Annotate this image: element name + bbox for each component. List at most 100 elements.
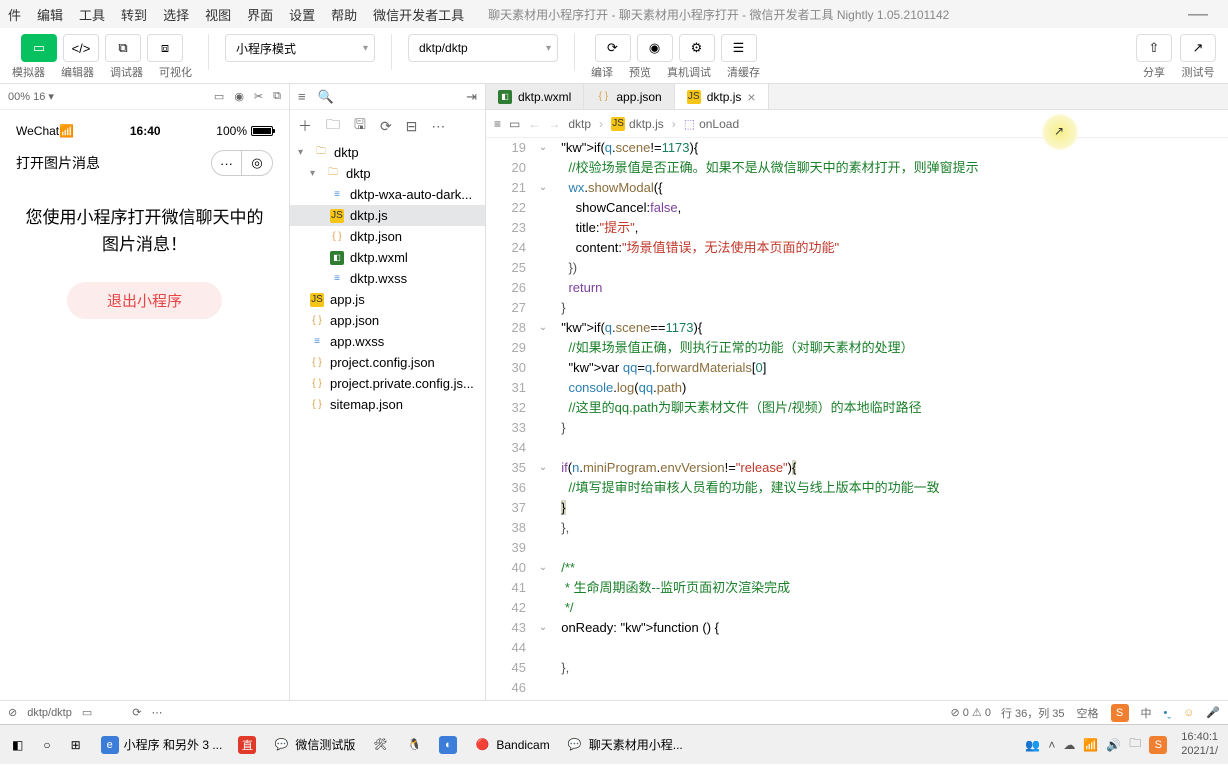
remote-debug-button[interactable]: ⚙ — [679, 34, 715, 62]
menu-选择[interactable]: 选择 — [163, 5, 189, 24]
tray-ime-icon[interactable]: S — [1149, 736, 1167, 754]
menu-设置[interactable]: 设置 — [289, 5, 315, 24]
preview-button[interactable]: ◉ — [637, 34, 673, 62]
menu-转到[interactable]: 转到 — [121, 5, 147, 24]
clock[interactable]: 16:40:1 2021/1/ — [1175, 731, 1224, 757]
page-path-select[interactable]: dktp/dktp — [408, 34, 558, 62]
taskbar-app[interactable]: 💬微信测试版 — [264, 732, 363, 758]
new-folder-icon[interactable]: 🗀 — [326, 114, 340, 138]
tree-file[interactable]: ◧dktp.wxml — [290, 247, 485, 268]
test-account-button[interactable]: ↗ — [1180, 34, 1216, 62]
tree-folder-root[interactable]: ▾🗀dktp — [290, 142, 485, 163]
simulator-toggle[interactable]: ▭ — [21, 34, 57, 62]
menu-微信开发者工具[interactable]: 微信开发者工具 — [373, 5, 464, 24]
menu-界面[interactable]: 界面 — [247, 5, 273, 24]
taskbar-app[interactable]: 直 — [230, 732, 264, 758]
taskbar-app[interactable]: 🔴Bandicam — [465, 732, 557, 758]
search-icon[interactable]: 🔍 — [318, 89, 334, 105]
status-more-icon[interactable]: ⋯ — [151, 706, 162, 719]
status-sync-icon[interactable]: ⟳ — [132, 706, 141, 719]
tree-folder-dktp[interactable]: ▾🗀dktp — [290, 163, 485, 184]
menubar: 件编辑工具转到选择视图界面设置帮助微信开发者工具 聊天素材用小程序打开 - 聊天… — [0, 0, 1228, 28]
window-icon[interactable]: ⧉ — [273, 90, 281, 103]
crumb-file[interactable]: JSdktp.js — [611, 117, 664, 131]
visual-toggle[interactable]: ⧈ — [147, 34, 183, 62]
mode-select[interactable]: 小程序模式 — [225, 34, 375, 62]
menu-工具[interactable]: 工具 — [79, 5, 105, 24]
code-editor[interactable]: 1920212223242526272829303132333435363738… — [486, 138, 1228, 700]
tray-onedrive-icon[interactable]: ☁ — [1063, 738, 1075, 752]
forward-icon[interactable]: → — [548, 117, 560, 131]
more-icon[interactable]: ⋯ — [431, 118, 445, 135]
close-icon[interactable]: × — [747, 89, 755, 105]
tree-file[interactable]: { }app.json — [290, 310, 485, 331]
ime-lang[interactable]: 中 — [1141, 705, 1152, 721]
tree-file[interactable]: { }sitemap.json — [290, 394, 485, 415]
capsule-close[interactable]: ◎ — [242, 151, 272, 175]
tray-wifi-icon[interactable]: 📶 — [1083, 738, 1098, 752]
tray-people-icon[interactable]: 👥 — [1025, 738, 1040, 752]
back-icon[interactable]: ← — [528, 117, 540, 131]
taskbar-app[interactable]: e小程序 和另外 3 ... — [93, 732, 231, 758]
tray-volume-icon[interactable]: 🔊 — [1106, 738, 1121, 752]
tree-file[interactable]: ≡dktp-wxa-auto-dark... — [290, 184, 485, 205]
tab-app.json[interactable]: { }app.json — [584, 84, 674, 109]
tray-up-icon[interactable]: ˄ — [1048, 738, 1055, 752]
taskbar-app[interactable]: 🐧 — [397, 732, 431, 758]
menu-帮助[interactable]: 帮助 — [331, 5, 357, 24]
cut-icon[interactable]: ✂ — [254, 90, 263, 103]
minimize-button[interactable]: — — [1176, 3, 1220, 26]
tray-battery-icon[interactable]: 🗀 — [1129, 734, 1141, 755]
tree-file[interactable]: { }project.config.json — [290, 352, 485, 373]
crumb-symbol[interactable]: ⬚onLoad — [684, 117, 739, 131]
tree-file[interactable]: JSapp.js — [290, 289, 485, 310]
taskbar-app[interactable]: 🛠 — [363, 732, 397, 758]
refresh-icon[interactable]: ⟳ — [380, 118, 392, 135]
status-path[interactable]: dktp/dktp — [27, 707, 72, 719]
status-device-icon[interactable]: ▭ — [82, 706, 92, 719]
tab-dktp.wxml[interactable]: ◧dktp.wxml — [486, 84, 584, 109]
editor-panel: ◧dktp.wxml{ }app.jsonJSdktp.js× ≡ ▭ ← → … — [486, 84, 1228, 700]
tree-file[interactable]: ≡app.wxss — [290, 331, 485, 352]
tree-file[interactable]: JSdktp.js — [290, 205, 485, 226]
start-icon[interactable]: ◧ — [4, 734, 31, 756]
exit-miniprogram-button[interactable]: 退出小程序 — [67, 282, 222, 319]
taskbar-app[interactable]: 💬聊天素材用小程... — [558, 732, 691, 758]
menu-件[interactable]: 件 — [8, 5, 21, 24]
status-bell-icon[interactable]: ☺ — [1183, 707, 1194, 719]
debugger-toggle[interactable]: ⧉ — [105, 34, 141, 62]
compile-button[interactable]: ⟳ — [595, 34, 631, 62]
explorer-collapse-icon[interactable]: ≡ — [298, 89, 306, 104]
status-connection-icon[interactable]: ⊘ — [8, 706, 17, 719]
collapse-all-icon[interactable]: ⊟ — [406, 118, 418, 135]
taskbar-app[interactable]: ◐ — [431, 732, 465, 758]
tab-dktp.js[interactable]: JSdktp.js× — [675, 84, 769, 109]
save-icon[interactable]: 🖫 — [354, 114, 366, 138]
capsule: ··· ◎ — [211, 150, 273, 176]
bc-icon[interactable]: ▭ — [509, 117, 520, 131]
tree-file[interactable]: { }dktp.json — [290, 226, 485, 247]
crumb-folder[interactable]: dktp — [568, 117, 591, 131]
menu-视图[interactable]: 视图 — [205, 5, 231, 24]
device-icon[interactable]: ▭ — [214, 90, 224, 103]
tree-file[interactable]: ≡dktp.wxss — [290, 268, 485, 289]
status-emoji-icon[interactable]: •ˬ — [1164, 707, 1172, 719]
menu-编辑[interactable]: 编辑 — [37, 5, 63, 24]
search-circle-icon[interactable]: ○ — [35, 734, 58, 756]
editor-toggle[interactable]: </> — [63, 34, 99, 62]
cursor-position[interactable]: 行 36，列 35 — [1001, 705, 1065, 721]
share-button[interactable]: ⇧ — [1136, 34, 1172, 62]
explorer-toggle-icon[interactable]: ⇥ — [466, 89, 477, 105]
ime-icon[interactable]: S — [1111, 704, 1129, 722]
capsule-menu[interactable]: ··· — [212, 151, 242, 175]
bc-icon[interactable]: ≡ — [494, 117, 501, 131]
zoom-select[interactable]: 00% 16 ▾ — [8, 90, 54, 103]
tree-file[interactable]: { }project.private.config.js... — [290, 373, 485, 394]
indent-mode[interactable]: 空格 — [1077, 705, 1099, 721]
status-errors[interactable]: ⊘ 0 ⚠ 0 — [950, 706, 990, 719]
new-file-icon[interactable]: ＋ — [298, 116, 312, 136]
task-view-icon[interactable]: ⊞ — [63, 734, 89, 756]
status-mic-icon[interactable]: 🎤 — [1206, 706, 1220, 719]
clear-cache-button[interactable]: ☰ — [721, 34, 757, 62]
record-icon[interactable]: ◉ — [234, 90, 244, 103]
